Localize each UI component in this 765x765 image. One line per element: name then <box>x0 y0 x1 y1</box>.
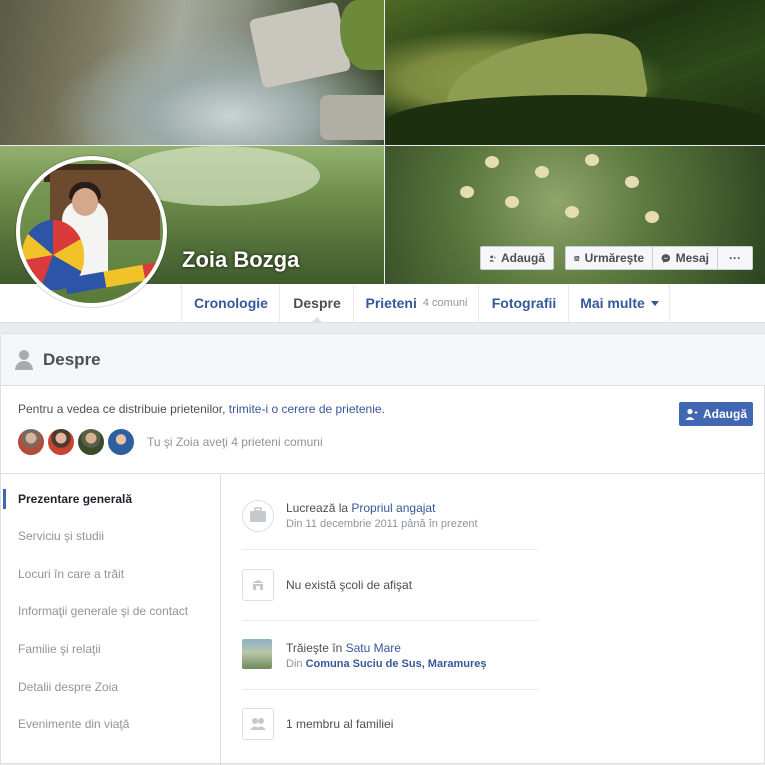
add-friend-icon <box>685 408 698 420</box>
tab-more-label: Mai multe <box>580 295 645 311</box>
message-button[interactable]: Mesaj <box>653 246 718 270</box>
friend-request-notice: Pentru a vedea ce distribuie prietenilor… <box>18 402 385 416</box>
add-friend-label: Adaugă <box>500 251 545 265</box>
chevron-down-icon <box>650 300 659 306</box>
school-icon <box>242 569 274 601</box>
profile-name[interactable]: Zoia Bozga <box>182 247 299 273</box>
divider <box>242 620 538 621</box>
follow-button[interactable]: Urmăreşte <box>565 246 653 270</box>
flower <box>460 186 474 198</box>
profile-picture[interactable] <box>16 156 167 307</box>
mutual-friend-avatar[interactable] <box>47 428 75 456</box>
sidebar-item-contact-info[interactable]: Informaţii generale şi de contact <box>18 604 188 618</box>
follow-label: Urmăreşte <box>584 251 644 265</box>
flower <box>565 206 579 218</box>
tab-photos[interactable]: Fotografii <box>480 284 569 322</box>
lives-in-text: Trăieşte în Satu Mare <box>286 641 401 655</box>
mutual-friends-text[interactable]: Tu şi Zoia aveţi 4 prieteni comuni <box>147 435 323 449</box>
from-prefix: Din <box>286 658 306 670</box>
notice-suffix: . <box>381 402 385 416</box>
messenger-icon <box>661 253 671 263</box>
about-sidebar: Prezentare generală Serviciu şi studii L… <box>1 474 221 765</box>
about-header: Despre <box>1 334 765 386</box>
add-friend-primary-label: Adaugă <box>702 407 747 421</box>
lives-prefix: Trăieşte în <box>286 641 346 655</box>
person-head <box>72 188 98 216</box>
add-friend-button[interactable]: Adaugă <box>480 246 554 270</box>
more-options-icon: ··· <box>729 251 741 265</box>
flower <box>625 176 639 188</box>
tab-friends[interactable]: Prieteni 4 comuni <box>355 284 479 322</box>
family-icon <box>242 708 274 740</box>
message-label: Mesaj <box>675 251 709 265</box>
employer-link[interactable]: Propriul angajat <box>351 501 435 515</box>
sidebar-item-work-education[interactable]: Serviciu şi studii <box>18 529 104 543</box>
hometown-text: Din Comuna Suciu de Sus, Maramureș <box>286 658 487 670</box>
tab-timeline[interactable]: Cronologie <box>183 284 280 322</box>
flower <box>485 156 499 168</box>
more-options-button[interactable]: ··· <box>718 246 753 270</box>
work-prefix: Lucrează la <box>286 501 352 515</box>
forest <box>385 95 765 145</box>
mutual-friends-avatars <box>17 428 137 456</box>
briefcase-icon <box>242 500 274 532</box>
divider <box>242 689 538 690</box>
tab-timeline-label: Cronologie <box>194 295 268 311</box>
flower <box>505 196 519 208</box>
tab-more[interactable]: Mai multe <box>570 284 670 322</box>
family-members-text[interactable]: 1 membru al familiei <box>286 717 393 731</box>
flower <box>585 154 599 166</box>
hometown-link[interactable]: Comuna Suciu de Sus, Maramureș <box>306 658 487 670</box>
cover-photo-hill[interactable] <box>385 0 765 145</box>
mutual-friend-avatar[interactable] <box>107 428 135 456</box>
tab-about[interactable]: Despre <box>281 284 354 323</box>
rock <box>248 1 352 89</box>
flower <box>645 211 659 223</box>
current-city-link[interactable]: Satu Mare <box>346 641 401 655</box>
person-icon <box>15 349 33 370</box>
rss-follow-icon <box>574 255 580 261</box>
sidebar-item-overview[interactable]: Prezentare generală <box>18 492 132 506</box>
mutual-friend-avatar[interactable] <box>17 428 45 456</box>
no-schools-text: Nu există şcoli de afişat <box>286 578 413 592</box>
add-friend-icon <box>489 254 496 261</box>
tab-friends-label: Prieteni <box>365 295 417 311</box>
tab-about-label: Despre <box>293 295 341 311</box>
add-friend-primary-button[interactable]: Adaugă <box>679 402 753 426</box>
rock <box>320 95 384 140</box>
mutual-friend-avatar[interactable] <box>77 428 105 456</box>
place-thumbnail[interactable] <box>242 639 274 671</box>
about-card: Despre Pentru a vedea ce distribuie prie… <box>0 333 765 765</box>
mutual-friends-count: 4 comuni <box>422 297 468 309</box>
sidebar-item-life-events[interactable]: Evenimente din viaţă <box>18 717 129 731</box>
about-title: Despre <box>43 349 101 369</box>
active-indicator <box>3 489 6 509</box>
cover-photo-river[interactable] <box>0 0 384 145</box>
divider <box>242 549 538 550</box>
flower <box>535 166 549 178</box>
place-photo <box>242 639 272 669</box>
work-text: Lucrează la Propriul angajat <box>286 501 435 515</box>
send-friend-request-link[interactable]: trimite-i o cerere de prietenie <box>229 402 382 416</box>
sidebar-item-details[interactable]: Detalii despre Zoia <box>18 680 118 694</box>
work-dates: Din 11 decembrie 2011 până în prezent <box>286 518 478 530</box>
sidebar-item-places-lived[interactable]: Locuri în care a trăit <box>18 567 124 581</box>
sidebar-item-family-relationships[interactable]: Familie şi relaţii <box>18 642 101 656</box>
tab-photos-label: Fotografii <box>491 295 557 311</box>
notice-prefix: Pentru a vedea ce distribuie prietenilor… <box>18 402 229 416</box>
